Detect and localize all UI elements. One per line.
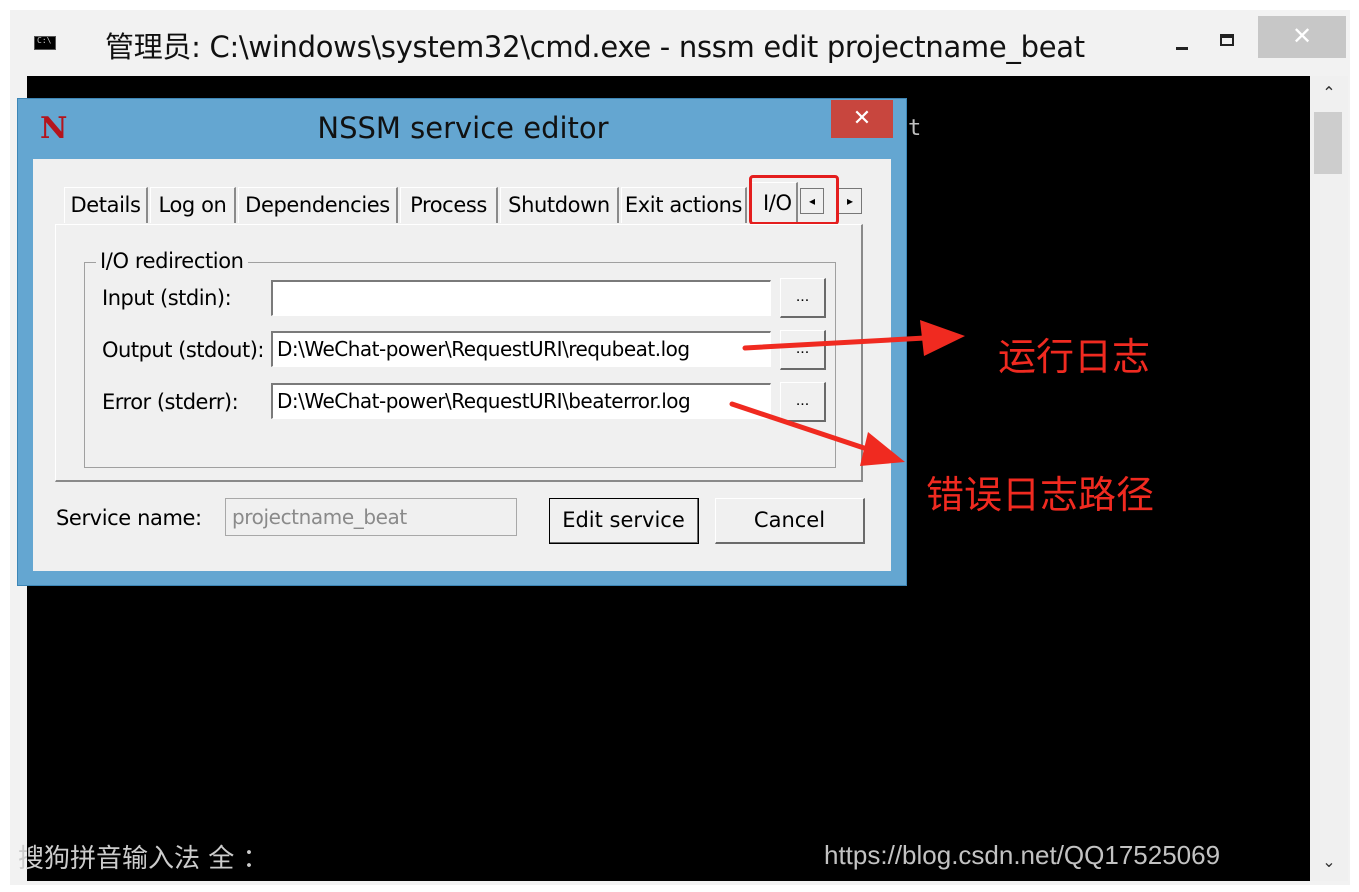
- scroll-down-arrow-icon[interactable]: ⌄: [1310, 845, 1348, 881]
- error-label: Error (stderr):: [102, 390, 239, 414]
- cmd-window-title: 管理员: C:\windows\system32\cmd.exe - nssm …: [105, 30, 1085, 64]
- tab-process[interactable]: Process: [400, 187, 498, 223]
- input-stdin-field[interactable]: [271, 280, 771, 316]
- input-browse-button[interactable]: ...: [780, 278, 826, 318]
- service-name-field: projectname_beat: [225, 498, 517, 536]
- tab-dependencies[interactable]: Dependencies: [238, 187, 398, 223]
- scroll-thumb[interactable]: [1314, 112, 1342, 174]
- service-name-label: Service name:: [56, 506, 202, 530]
- ime-status-bar: 搜狗拼音输入法 全 ：: [18, 844, 269, 874]
- console-text-fragment: t: [908, 116, 922, 141]
- error-browse-button[interactable]: ...: [780, 382, 826, 422]
- cmd-titlebar[interactable]: 管理员: C:\windows\system32\cmd.exe - nssm …: [10, 10, 1350, 76]
- tab-details[interactable]: Details: [64, 187, 148, 223]
- cancel-button[interactable]: Cancel: [715, 498, 865, 544]
- io-redirection-title: I/O redirection: [96, 249, 248, 273]
- input-label: Input (stdin):: [102, 286, 232, 310]
- tab-exit-actions[interactable]: Exit actions: [621, 187, 747, 223]
- tab-shutdown[interactable]: Shutdown: [500, 187, 619, 223]
- tab-log-on[interactable]: Log on: [150, 187, 236, 223]
- nssm-close-button[interactable]: ✕: [831, 100, 893, 138]
- error-stderr-field[interactable]: D:\WeChat-power\RequestURI\beaterror.log: [271, 383, 771, 419]
- watermark: https://blog.csdn.net/QQ17525069: [824, 840, 1221, 870]
- maximize-button[interactable]: [1208, 20, 1248, 60]
- io-tab-highlight-box: [749, 175, 839, 225]
- cmd-app-icon: [34, 36, 56, 50]
- scroll-up-arrow-icon[interactable]: ⌃: [1310, 76, 1348, 112]
- nssm-dialog-title: NSSM service editor: [317, 111, 609, 145]
- edit-service-button[interactable]: Edit service: [549, 498, 699, 544]
- output-browse-button[interactable]: ...: [780, 330, 826, 370]
- output-log-annotation: 运行日志: [998, 335, 1151, 379]
- output-label: Output (stdout):: [102, 338, 264, 362]
- minimize-button[interactable]: [1162, 20, 1202, 60]
- output-stdout-field[interactable]: D:\WeChat-power\RequestURI\requbeat.log: [271, 331, 771, 367]
- error-log-annotation: 错误日志路径: [926, 473, 1155, 517]
- console-scrollbar[interactable]: ⌃ ⌄: [1310, 76, 1348, 881]
- cmd-close-button[interactable]: ✕: [1258, 16, 1346, 58]
- tab-scroll-right-icon[interactable]: ▸: [838, 188, 862, 214]
- nssm-logo-icon: N: [40, 111, 68, 146]
